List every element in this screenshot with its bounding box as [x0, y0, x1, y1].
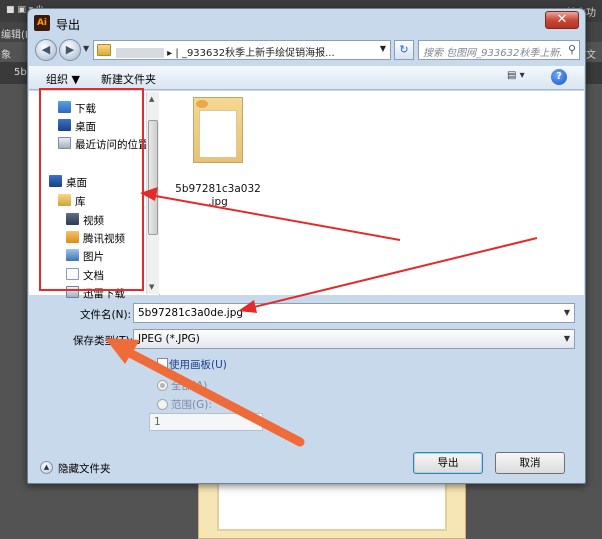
filename-input[interactable]: 5b97281c3a0de.jpg ▼: [133, 303, 575, 323]
view-options-icon[interactable]: ▤ ▾: [507, 70, 529, 85]
folder-icon: [97, 44, 111, 56]
cancel-button[interactable]: 取消: [495, 452, 565, 474]
use-artboards-checkbox[interactable]: [157, 358, 168, 369]
canvas-artwork: [198, 476, 466, 539]
save-type-select[interactable]: JPEG (*.JPG) ▼: [133, 329, 575, 349]
address-bar[interactable]: ▸ | _933632秋季上新手绘促销海报... ▼: [93, 40, 391, 60]
dialog-titlebar: Ai 导出 ✕: [28, 9, 585, 37]
flower-decoration: [196, 100, 208, 108]
save-type-label: 保存类型(T):: [73, 335, 134, 347]
address-dropdown-icon[interactable]: ▼: [380, 44, 386, 53]
nav-item-label: 图片: [83, 251, 104, 263]
file-name-line2: .jpg: [208, 196, 228, 208]
redacted-path: [116, 48, 164, 58]
file-item-name[interactable]: 5b97281c3a032 .jpg: [172, 183, 264, 209]
search-placeholder: 搜索 包图网_933632秋季上新...: [423, 48, 563, 59]
library-icon: [58, 194, 71, 206]
hide-folders-label: 隐藏文件夹: [58, 463, 111, 475]
scroll-thumb[interactable]: [148, 120, 158, 235]
address-path-text: | _933632秋季上新手绘促销海报...: [175, 48, 335, 59]
address-path: ▸ | _933632秋季上新手绘促销海报...: [116, 44, 335, 59]
download-icon: [58, 101, 71, 113]
video-icon: [66, 213, 79, 225]
search-input[interactable]: 搜索 包图网_933632秋季上新... ⚲: [418, 40, 580, 60]
artwork-frame: [217, 481, 447, 531]
scroll-up-icon[interactable]: ▲: [149, 95, 154, 103]
nav-item-label: 最近访问的位置: [75, 139, 149, 151]
use-artboards-label: 使用画板(U): [169, 359, 227, 371]
navigation-row: ◀ ▶ ▼ ▸ | _933632秋季上新手绘促销海报... ▼ ↻ 搜索 包图…: [33, 38, 580, 64]
file-list: 5b97281c3a032 .jpg: [160, 91, 584, 295]
tencent-video-icon: [66, 231, 79, 243]
forward-button[interactable]: ▶: [59, 39, 81, 61]
nav-item-label: 下载: [75, 103, 96, 115]
filename-value: 5b97281c3a0de.jpg: [138, 307, 244, 319]
document-tab[interactable]: 5b: [14, 67, 27, 78]
nav-item-label: 库: [75, 196, 86, 208]
new-folder-button[interactable]: 新建文件夹: [101, 71, 156, 87]
range-radio[interactable]: [157, 399, 168, 410]
recent-places-icon: [58, 137, 71, 149]
close-button[interactable]: ✕: [545, 11, 579, 29]
chevron-up-icon: ▲: [40, 461, 53, 474]
toolbar: 组织 ▼ 新建文件夹 ▤ ▾ ?: [29, 66, 584, 90]
nav-scrollbar[interactable]: ▲ ▼: [146, 92, 159, 294]
help-icon[interactable]: ?: [551, 69, 567, 85]
all-radio[interactable]: [157, 380, 168, 391]
chevron-down-icon: ▼: [563, 334, 570, 343]
export-dialog: Ai 导出 ✕ ◀ ▶ ▼ ▸ | _933632秋季上新手绘促销海报... ▼…: [27, 8, 586, 484]
refresh-button[interactable]: ↻: [394, 40, 414, 60]
desktop-icon: [58, 119, 71, 131]
save-type-value: JPEG (*.JPG): [138, 333, 200, 345]
nav-item-label: 视频: [83, 215, 104, 227]
app-panel-label: 象: [1, 50, 11, 61]
search-icon: ⚲: [567, 43, 576, 56]
refresh-icon: ↻: [399, 43, 409, 56]
file-name-line1: 5b97281c3a032: [175, 183, 261, 195]
file-thumbnail[interactable]: [193, 97, 243, 163]
nav-item-label: 桌面: [75, 121, 96, 133]
pictures-icon: [66, 249, 79, 261]
documents-icon: [66, 268, 79, 280]
save-form: 文件名(N): 5b97281c3a0de.jpg ▼ 保存类型(T): JPE…: [29, 296, 584, 483]
thumbnail-paper: [199, 110, 237, 158]
browser-content: 下载 桌面 最近访问的位置 桌面 库 视频 腾讯视频 图片 文档 迅雷下载 ▲ …: [29, 91, 584, 300]
filename-dropdown-icon[interactable]: ▼: [564, 304, 570, 322]
nav-item-label: 腾讯视频: [83, 233, 125, 245]
arrow-left-icon: ◀: [41, 43, 51, 56]
desktop-icon: [49, 175, 62, 187]
arrow-right-icon: ▶: [65, 43, 75, 56]
back-button[interactable]: ◀: [35, 39, 57, 61]
nav-item-label: 桌面: [66, 177, 87, 189]
dialog-title: 导出: [56, 18, 81, 32]
filename-label: 文件名(N):: [80, 309, 132, 321]
export-button[interactable]: 导出: [413, 452, 483, 474]
range-input[interactable]: 1: [149, 413, 263, 431]
all-radio-label: 全部(A): [171, 380, 208, 392]
history-dropdown-icon[interactable]: ▼: [83, 44, 89, 53]
nav-item-label: 文档: [83, 270, 104, 282]
organize-button[interactable]: 组织 ▼: [46, 71, 80, 87]
range-radio-label: 范围(G):: [171, 399, 212, 411]
illustrator-icon: Ai: [34, 15, 50, 31]
scroll-down-icon[interactable]: ▼: [149, 283, 154, 291]
navigation-pane: 下载 桌面 最近访问的位置 桌面 库 视频 腾讯视频 图片 文档 迅雷下载 ▲ …: [29, 91, 159, 300]
